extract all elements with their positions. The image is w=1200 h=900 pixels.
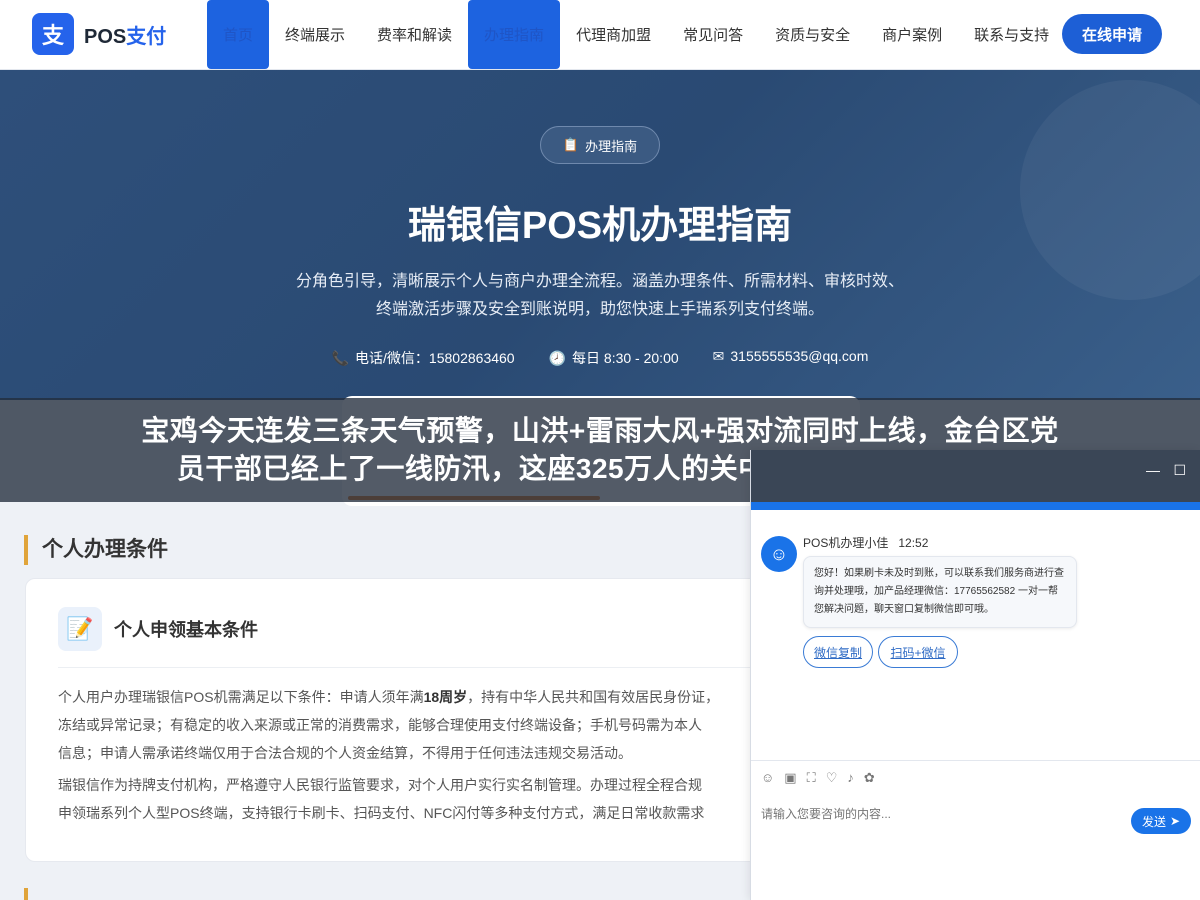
logo-mark: 支 — [32, 13, 74, 55]
hero-description: 分角色引导，清晰展示个人与商户办理全流程。涵盖办理条件、所需材料、审核时效、终端… — [295, 273, 904, 318]
menu-item-agent[interactable]: 代理商加盟 — [560, 0, 667, 69]
emoji-icon[interactable]: ☺ — [761, 770, 774, 786]
chat-divider — [751, 760, 1200, 761]
image-icon[interactable]: ▣ — [784, 770, 796, 786]
section-title: 个人办理条件 — [24, 535, 168, 565]
chat-titlebar: — ☐ — [751, 450, 1200, 502]
memo-icon: 📝 — [58, 607, 102, 651]
minimize-icon[interactable]: — — [1146, 462, 1160, 478]
menu-item-guide[interactable]: 办理指南 — [468, 0, 561, 69]
phone-icon: 📞 — [331, 350, 350, 366]
main-menu: 首页 终端展示 费率和解读 办理指南 代理商加盟 常见问答 资质与安全 商户案例… — [207, 0, 1065, 70]
hero-banner: 📋 办理指南 瑞银信POS机办理指南 分角色引导，清晰展示个人与商户办理全流程。… — [0, 70, 1200, 400]
chat-toolbar: ☺ ▣ ⛶ ♡ ♪ ✿ — [761, 770, 875, 786]
card-title: 个人申领基本条件 — [114, 620, 258, 640]
hero-badge-label: 办理指南 — [585, 138, 638, 154]
top-nav: 支 POS支付 首页 终端展示 费率和解读 办理指南 代理商加盟 常见问答 资质… — [0, 0, 1200, 70]
chat-accent-stripe — [751, 502, 1200, 510]
headline-line-1: 宝鸡今天连发三条天气预警，山洪+雷雨大风+强对流同时上线，金台区党 — [141, 415, 1059, 446]
rating-icon[interactable]: ♡ — [826, 770, 838, 786]
logo-text: POS支付 — [84, 25, 167, 48]
contact-email[interactable]: ✉ 3155555535@qq.com — [713, 348, 869, 368]
conditions-paragraph-2: 瑞银信作为持牌支付机构，严格遵守人民银行监管要求，对个人用户实行实名制管理。办理… — [58, 777, 705, 821]
menu-item-contact[interactable]: 联系与支持 — [958, 0, 1065, 69]
menu-item-cases[interactable]: 商户案例 — [866, 0, 958, 69]
conditions-card: 📝 个人申领基本条件 个人用户办理瑞银信POS机需满足以下条件：申请人须年满18… — [25, 578, 785, 862]
menu-item-home[interactable]: 首页 — [207, 0, 270, 69]
message-time: 12:52 — [898, 536, 929, 550]
contact-phone[interactable]: 📞 电话/微信：15802863460 — [332, 348, 515, 368]
card-header: 📝 个人申领基本条件 — [58, 607, 258, 651]
screenshot-icon[interactable]: ⛶ — [807, 770, 816, 786]
hero-contacts: 📞 电话/微信：15802863460 🕗 每日 8:30 - 20:00 ✉ 315… — [0, 348, 1200, 368]
menu-item-faq[interactable]: 常见问答 — [667, 0, 759, 69]
clock-icon: 🕗 — [548, 350, 567, 366]
copy-wechat-button[interactable]: 微信复制 — [803, 636, 873, 668]
page-title: 瑞银信POS机办理指南 — [407, 205, 793, 247]
maximize-icon[interactable]: ☐ — [1173, 462, 1186, 479]
scan-wechat-button[interactable]: 扫码+微信 — [878, 636, 958, 668]
send-button[interactable]: 发送 ➤ — [1131, 808, 1191, 834]
decorative-circle — [1020, 80, 1200, 300]
menu-item-rates[interactable]: 费率和解读 — [361, 0, 468, 69]
chat-message-input[interactable] — [761, 802, 1121, 826]
agent-name: POS机办理小佳 — [803, 536, 889, 550]
menu-item-terminals[interactable]: 终端展示 — [269, 0, 361, 69]
sound-icon[interactable]: ♪ — [847, 770, 854, 786]
card-divider — [58, 667, 778, 668]
agent-meta: POS机办理小佳 12:52 — [803, 534, 928, 551]
apply-online-button[interactable]: 在线申请 — [1062, 14, 1162, 54]
contact-hours: 🕗 每日 8:30 - 20:00 — [548, 350, 679, 366]
menu-item-security[interactable]: 资质与安全 — [759, 0, 866, 69]
chat-widget: — ☐ ☺ POS机办理小佳 12:52 您好！如果刷卡未及时到账，可以联系我们服… — [750, 450, 1200, 900]
clipboard-icon: 📋 — [562, 137, 580, 152]
next-section-title — [24, 888, 174, 900]
mail-icon: ✉ — [712, 348, 725, 364]
agent-avatar: ☺ — [761, 536, 797, 572]
wechat-icon[interactable]: ✿ — [864, 770, 875, 786]
hero-badge: 📋 办理指南 — [540, 126, 660, 164]
agent-message: 您好！如果刷卡未及时到账，可以联系我们服务商进行查询并处理哦，加产品经理微信：1… — [803, 556, 1077, 628]
send-arrow-icon: ➤ — [1169, 814, 1181, 828]
conditions-paragraph-1: 个人用户办理瑞银信POS机需满足以下条件：申请人须年满18周岁，持有中华人民共和… — [58, 689, 720, 761]
logo[interactable]: 支 POS支付 — [32, 13, 166, 55]
